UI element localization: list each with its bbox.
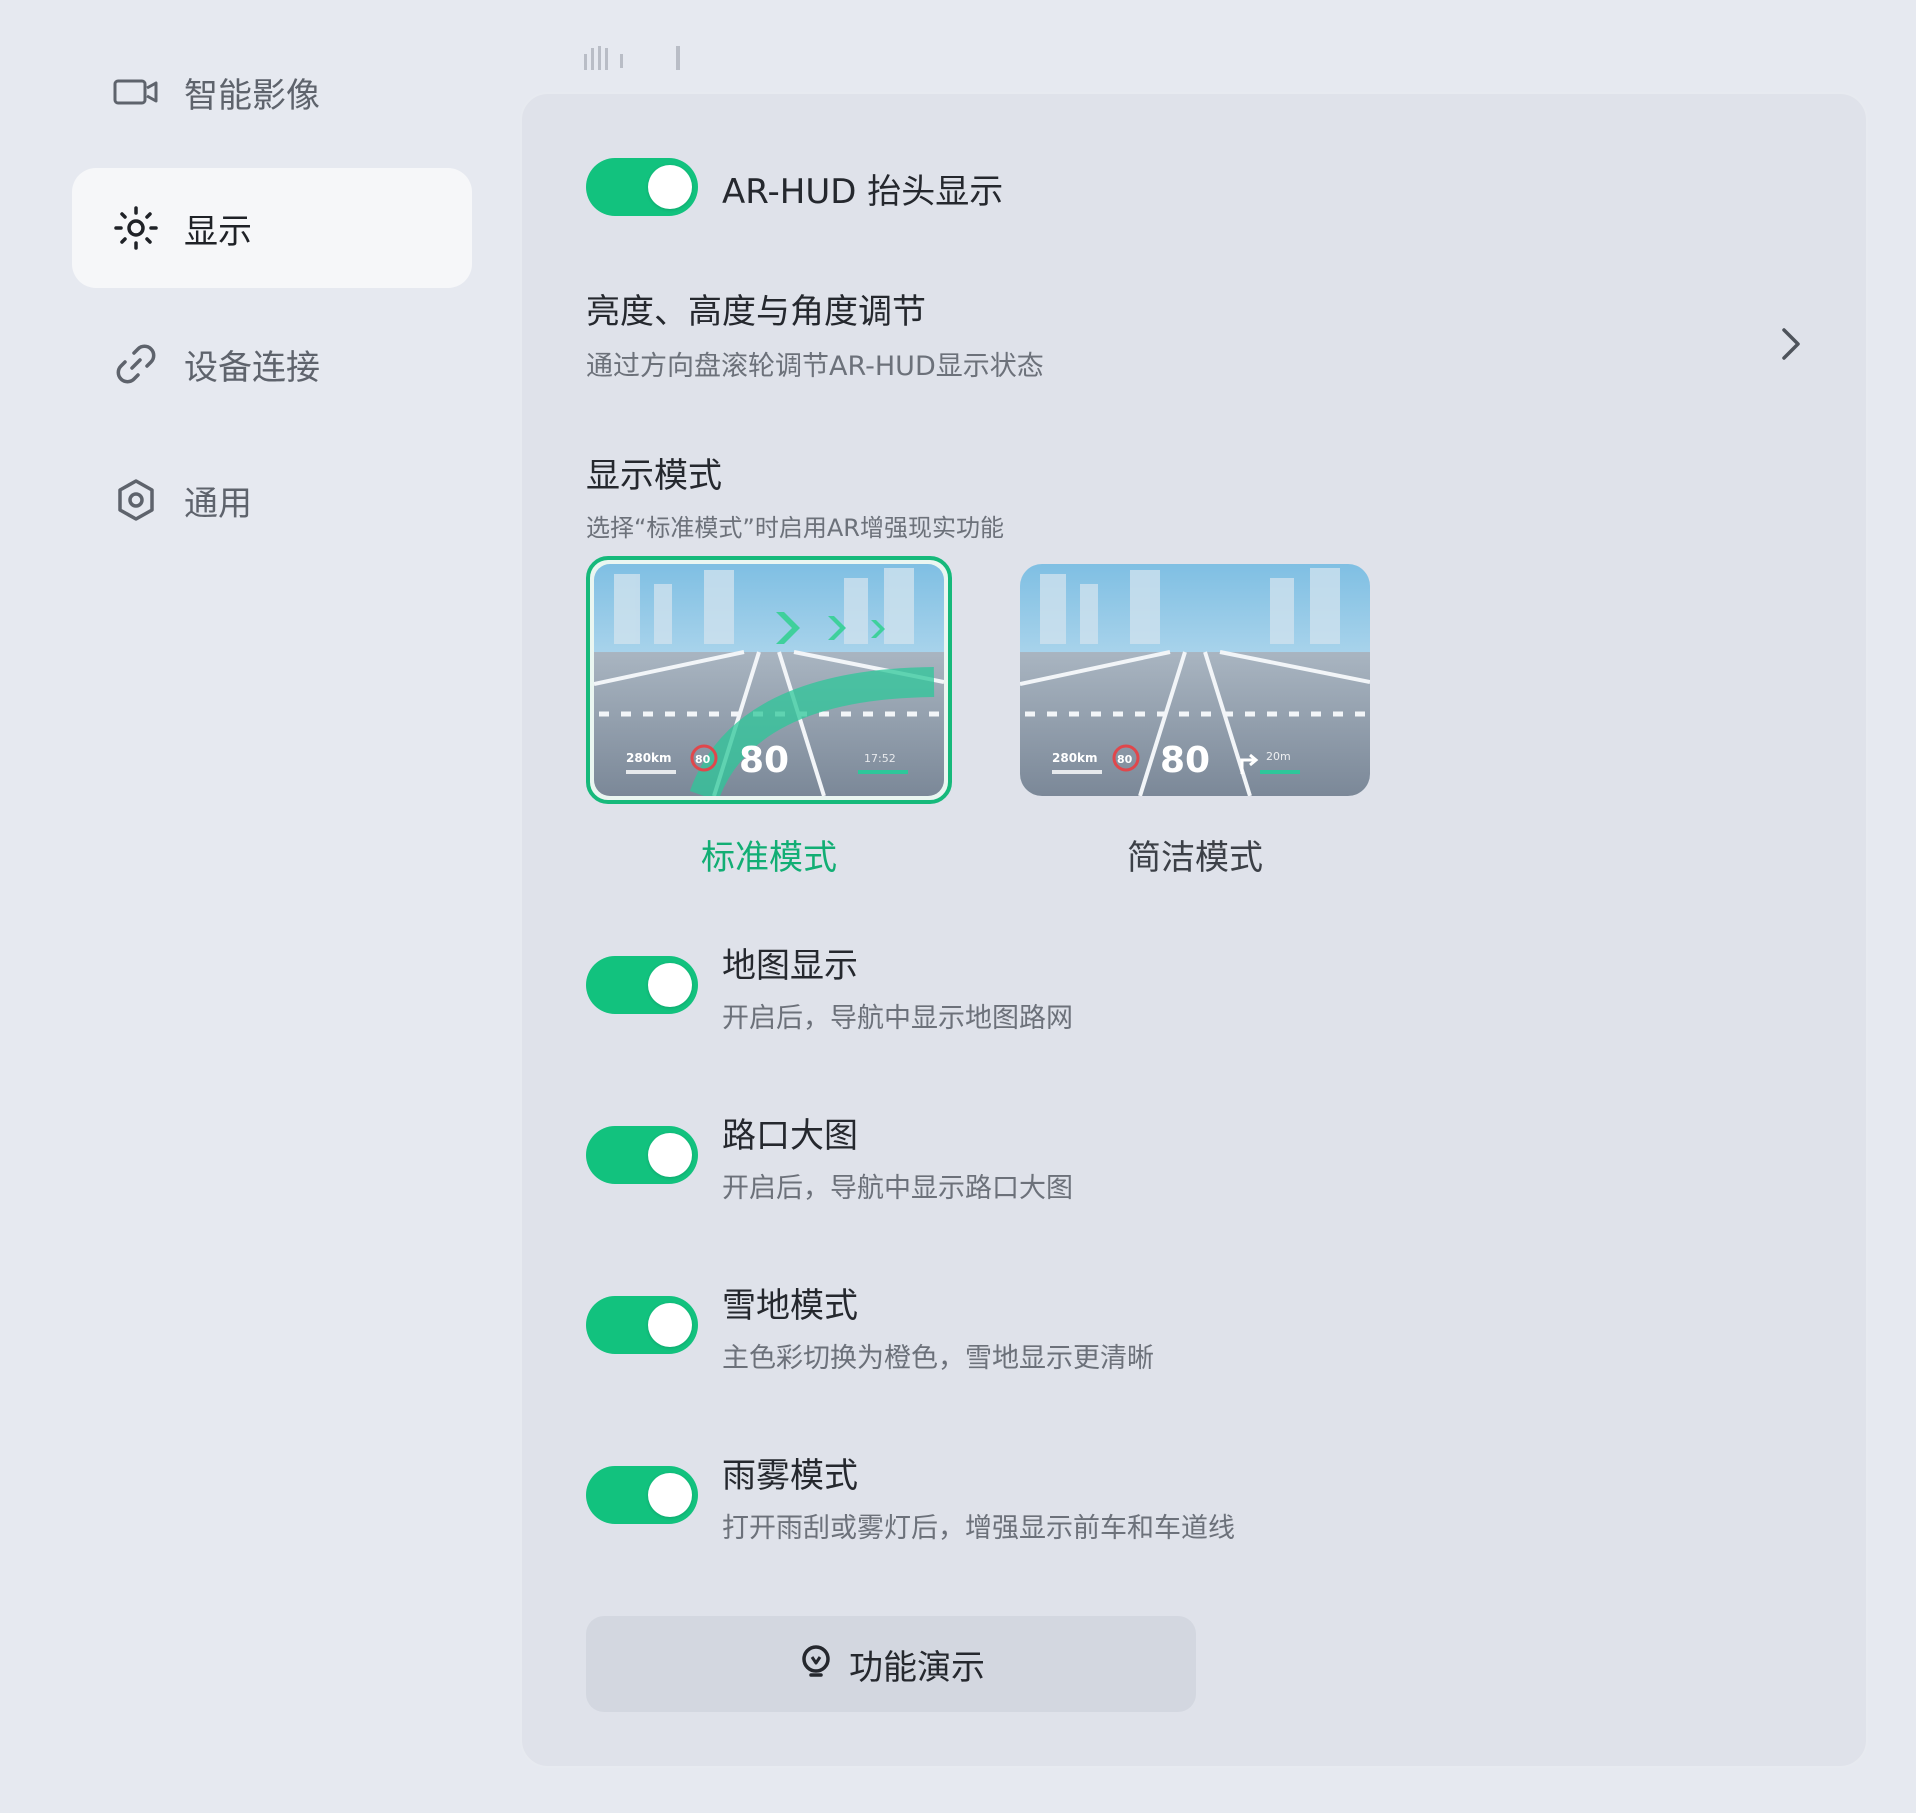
ar-hud-toggle[interactable] xyxy=(586,158,698,216)
concise-mode-label[interactable]: 简洁模式 xyxy=(1015,830,1375,879)
toggle-knob xyxy=(648,1133,692,1177)
ar-hud-label: AR-HUD 抬头显示 xyxy=(722,172,1004,212)
snow-mode-desc: 主色彩切换为橙色，雪地显示更清晰 xyxy=(722,1343,1154,1374)
sidebar-item-smart-imaging[interactable]: 智能影像 xyxy=(72,32,472,152)
hexagon-settings-icon xyxy=(112,476,160,524)
time-text: 17:52 xyxy=(864,752,896,765)
rain-fog-mode-title: 雨雾模式 xyxy=(722,1456,858,1496)
sidebar-item-device-connection[interactable]: 设备连接 xyxy=(72,304,472,424)
snow-mode-toggle[interactable] xyxy=(586,1296,698,1354)
speed-limit-text: 80 xyxy=(1117,753,1133,766)
sidebar-item-label: 通用 xyxy=(184,483,252,524)
map-display-toggle[interactable] xyxy=(586,956,698,1014)
display-mode-title: 显示模式 xyxy=(586,456,722,496)
scroll-fade-content xyxy=(584,46,680,70)
sun-icon xyxy=(112,204,160,252)
sidebar-item-label: 显示 xyxy=(184,211,252,252)
adjust-row[interactable]: 亮度、高度与角度调节 通过方向盘滚轮调节AR-HUD显示状态 xyxy=(586,284,1806,404)
junction-view-title: 路口大图 xyxy=(722,1116,858,1156)
settings-panel: AR-HUD 抬头显示 亮度、高度与角度调节 通过方向盘滚轮调节AR-HUD显示… xyxy=(520,92,1868,1768)
rain-fog-mode-desc: 打开雨刮或雾灯后，增强显示前车和车道线 xyxy=(722,1513,1235,1544)
chevron-right-icon xyxy=(1774,324,1806,364)
concise-mode-preview: 280km 80 80 20m xyxy=(1020,564,1370,796)
sidebar-item-general[interactable]: 通用 xyxy=(72,440,472,560)
link-icon xyxy=(112,340,160,388)
snow-mode-title: 雪地模式 xyxy=(722,1286,858,1326)
camera-icon xyxy=(112,68,160,116)
standard-mode-preview: 280km 80 80 17:52 xyxy=(594,564,944,796)
lightbulb-icon xyxy=(797,1643,835,1685)
map-display-desc: 开启后，导航中显示地图路网 xyxy=(722,1003,1073,1034)
standard-mode-label[interactable]: 标准模式 xyxy=(589,830,949,879)
adjust-title: 亮度、高度与角度调节 xyxy=(586,292,926,332)
speed-limit-text: 80 xyxy=(695,753,711,766)
distance-text: 20m xyxy=(1266,750,1291,763)
speed-text: 80 xyxy=(739,740,789,781)
feature-demo-button[interactable]: 功能演示 xyxy=(586,1616,1196,1712)
toggle-knob xyxy=(648,963,692,1007)
junction-view-desc: 开启后，导航中显示路口大图 xyxy=(722,1173,1073,1204)
feature-demo-label: 功能演示 xyxy=(849,1647,985,1688)
sidebar-item-display[interactable]: 显示 xyxy=(72,168,472,288)
display-mode-desc: 选择“标准模式”时启用AR增强现实功能 xyxy=(586,514,1004,542)
speed-text: 80 xyxy=(1160,740,1210,781)
adjust-desc: 通过方向盘滚轮调节AR-HUD显示状态 xyxy=(586,351,1044,382)
range-text: 280km xyxy=(626,751,672,765)
sidebar-item-label: 设备连接 xyxy=(184,347,320,388)
toggle-knob xyxy=(648,1473,692,1517)
junction-view-toggle[interactable] xyxy=(586,1126,698,1184)
rain-fog-mode-toggle[interactable] xyxy=(586,1466,698,1524)
concise-mode-card[interactable]: 280km 80 80 20m xyxy=(1020,564,1370,796)
sidebar: 智能影像 显示 设备连接 通用 xyxy=(0,0,500,1813)
standard-mode-card[interactable]: 280km 80 80 17:52 xyxy=(586,556,952,804)
map-display-title: 地图显示 xyxy=(722,946,858,986)
toggle-knob xyxy=(648,1303,692,1347)
range-text: 280km xyxy=(1052,751,1098,765)
sidebar-item-label: 智能影像 xyxy=(184,75,320,116)
toggle-knob xyxy=(648,165,692,209)
